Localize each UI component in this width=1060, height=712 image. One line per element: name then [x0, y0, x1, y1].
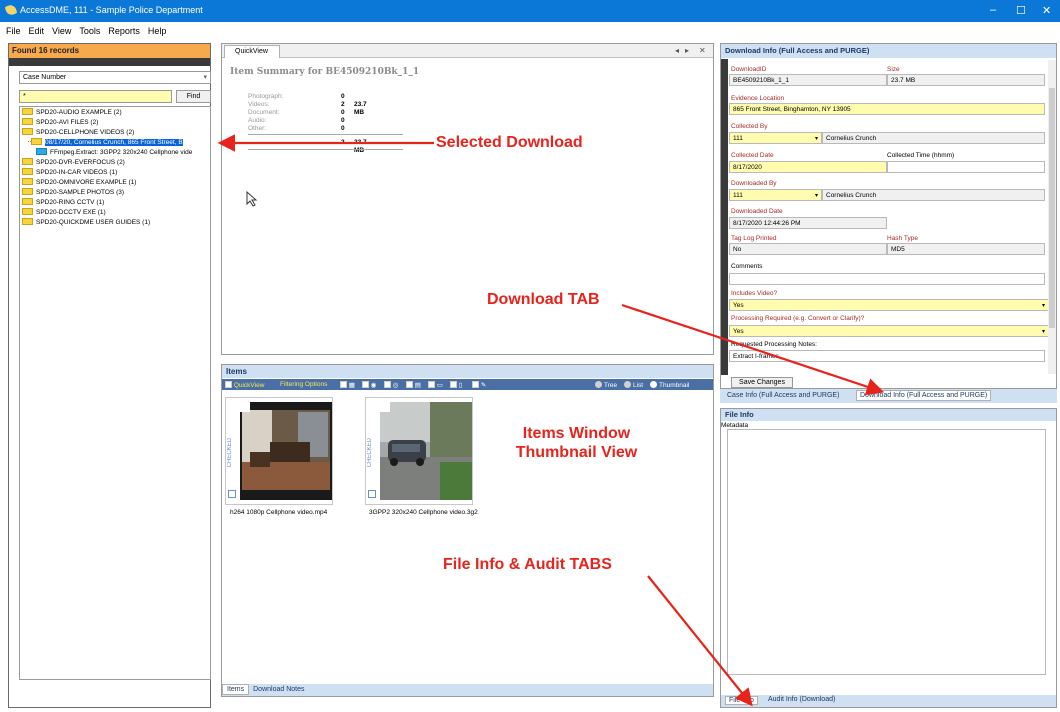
annotation-arrows	[217, 134, 885, 707]
annotation-file-info-tabs: File Info & Audit TABS	[443, 556, 612, 573]
annotation-download-tab: Download TAB	[487, 291, 600, 308]
annotation-selected-download: Selected Download	[436, 134, 583, 151]
annotation-items-window: Items Window Thumbnail View	[515, 425, 638, 461]
